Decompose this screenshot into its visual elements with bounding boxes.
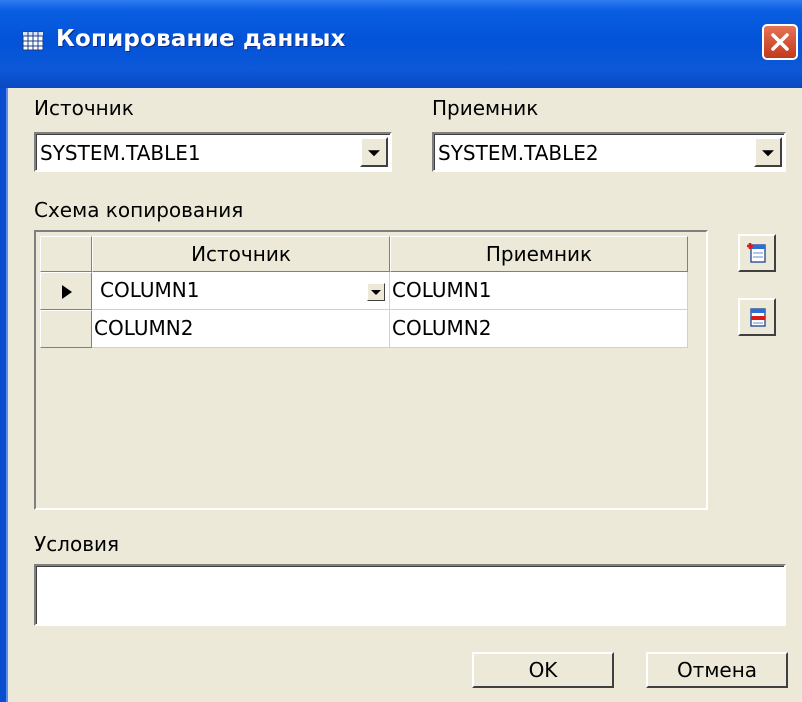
- target-value: SYSTEM.TABLE2: [438, 141, 599, 165]
- add-row-icon: [747, 243, 766, 263]
- source-label: Источник: [34, 96, 134, 120]
- column-header-target[interactable]: Приемник: [390, 236, 688, 272]
- grid-corner: [40, 236, 92, 272]
- conditions-label: Условия: [34, 532, 120, 556]
- window-title: Копирование данных: [56, 26, 346, 52]
- chevron-down-icon: [368, 150, 380, 157]
- table-row-1-source[interactable]: COLUMN1: [92, 272, 390, 310]
- remove-row-button[interactable]: [738, 298, 776, 336]
- window-frame: [0, 88, 8, 702]
- ok-button[interactable]: OK: [472, 652, 614, 688]
- target-label: Приемник: [432, 96, 539, 120]
- source-dropdown-button[interactable]: [360, 137, 388, 167]
- chevron-down-icon: [762, 150, 774, 157]
- conditions-input[interactable]: [34, 564, 786, 626]
- table-row-1-target[interactable]: COLUMN1: [390, 272, 688, 310]
- mapping-label: Схема копирования: [34, 198, 244, 222]
- cell-dropdown-button[interactable]: [367, 283, 385, 301]
- close-icon: [771, 33, 789, 51]
- add-row-button[interactable]: [738, 234, 776, 272]
- table-row-2-source[interactable]: COLUMN2: [92, 310, 390, 348]
- target-dropdown-button[interactable]: [754, 137, 782, 167]
- cancel-button[interactable]: Отмена: [646, 652, 788, 688]
- table-row-2-target[interactable]: COLUMN2: [390, 310, 688, 348]
- column-header-source[interactable]: Источник: [92, 236, 390, 272]
- cell-text: COLUMN1: [100, 278, 200, 302]
- chevron-down-icon: [371, 290, 381, 295]
- mapping-grid[interactable]: Источник Приемник COLUMN1 COLUMN1 COLUMN…: [34, 230, 708, 510]
- row-indicator[interactable]: [40, 272, 92, 310]
- target-combobox[interactable]: SYSTEM.TABLE2: [432, 132, 786, 172]
- source-value: SYSTEM.TABLE1: [40, 141, 201, 165]
- title-bar[interactable]: Копирование данных: [0, 0, 802, 88]
- current-row-icon: [62, 285, 72, 299]
- close-button[interactable]: [762, 24, 798, 60]
- row-indicator[interactable]: [40, 310, 92, 348]
- remove-row-icon: [750, 308, 766, 327]
- table-icon: [22, 31, 44, 51]
- source-combobox[interactable]: SYSTEM.TABLE1: [34, 132, 392, 172]
